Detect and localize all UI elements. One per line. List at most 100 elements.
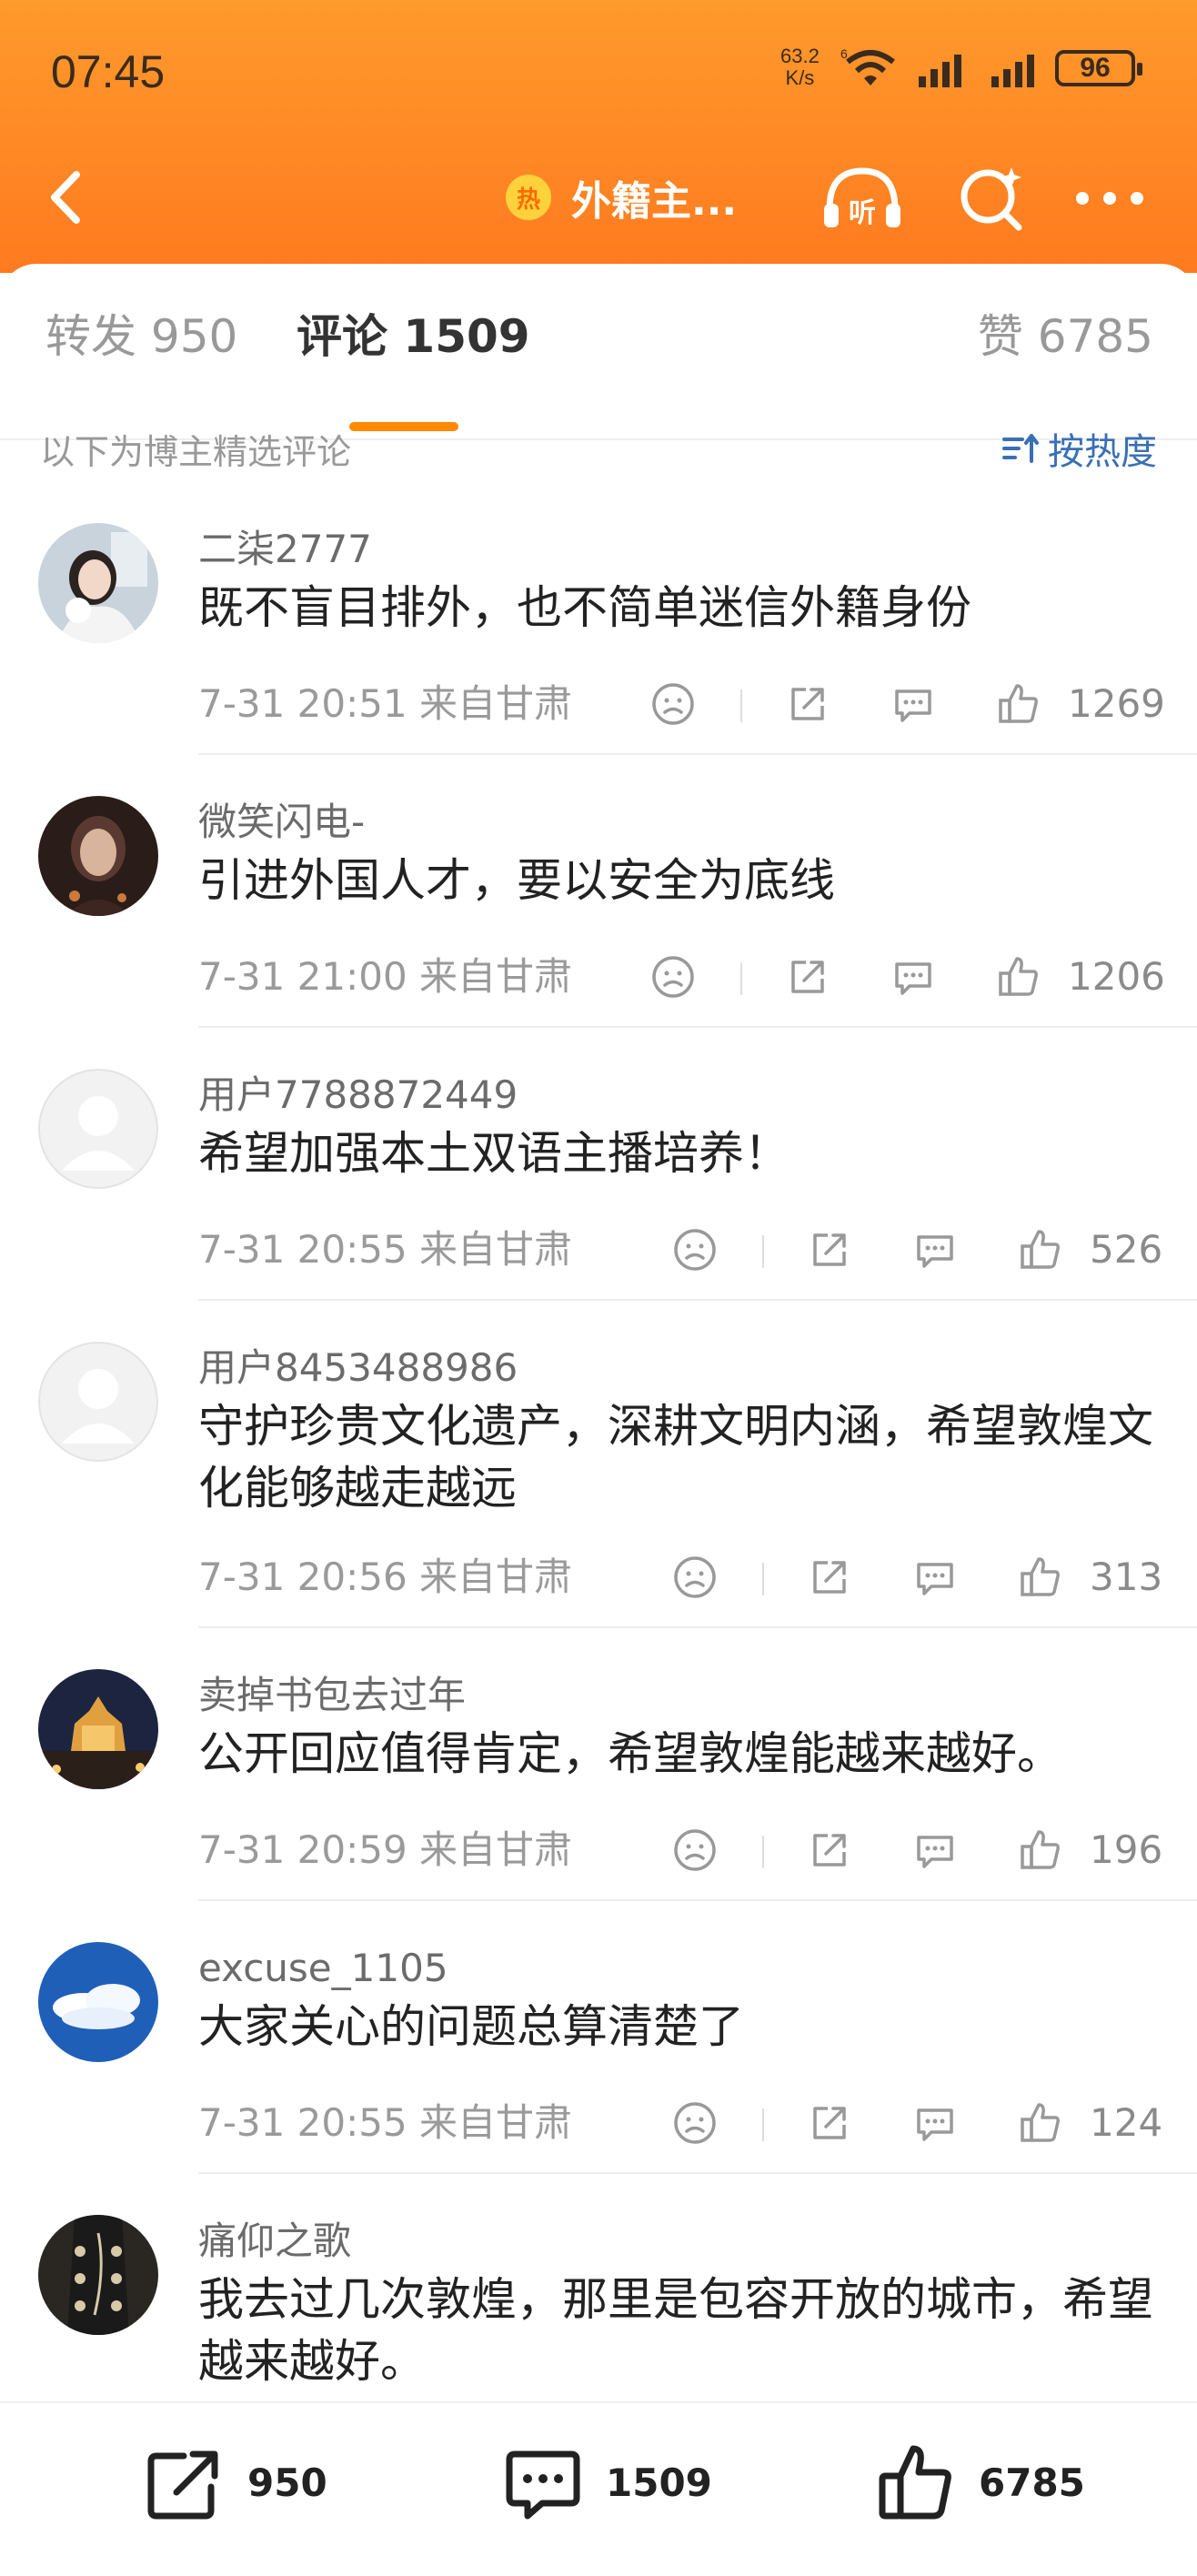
comment-text[interactable]: 守护珍贵文化遗产，深耕文明内涵，希望敦煌文化能够越走越远 <box>198 1395 1161 1519</box>
avatar[interactable] <box>38 1669 158 1789</box>
comment-text[interactable]: 我去过几次敦煌，那里是包容开放的城市，希望越来越好。 <box>198 2269 1161 2392</box>
comment-text[interactable]: 希望加强本土双语主播培养！ <box>198 1122 1161 1184</box>
comment-meta: 7-31 20:59 来自甘肃 196 <box>198 1823 1162 1877</box>
svg-text:听: 听 <box>849 197 876 229</box>
divider <box>762 2108 764 2141</box>
comment-username[interactable]: 二柒2777 <box>198 522 1161 577</box>
like-icon[interactable] <box>1017 1226 1064 1273</box>
comment-time-location: 7-31 20:51 来自甘肃 <box>198 681 573 726</box>
like-count: 313 <box>1090 1555 1163 1599</box>
comment-button[interactable]: 1509 <box>502 2441 712 2523</box>
comment-text[interactable]: 公开回应值得肯定，希望敦煌能越来越好。 <box>198 1723 1161 1785</box>
comment-time-location: 7-31 20:55 来自甘肃 <box>198 1227 573 1272</box>
topic-title[interactable]: 热 外籍主... <box>506 166 737 229</box>
dislike-face-icon[interactable] <box>649 680 697 728</box>
comment-username[interactable]: 痛仰之歌 <box>198 2214 1161 2269</box>
comment-username[interactable]: excuse_1105 <box>198 1941 1161 1996</box>
comment-text[interactable]: 引进外国人才，要以安全为底线 <box>198 850 1161 911</box>
nav-bar: 热 外籍主... 听 <box>0 155 1197 246</box>
default-avatar-icon[interactable] <box>38 1342 158 1462</box>
default-avatar-icon[interactable] <box>38 1069 158 1189</box>
reply-icon[interactable] <box>911 1554 959 1601</box>
reply-icon[interactable] <box>911 1826 959 1874</box>
tab-comment[interactable]: 评论 1509 <box>297 300 530 366</box>
share-icon[interactable] <box>806 1554 853 1601</box>
nav-title: 外籍主... <box>571 178 738 225</box>
reply-icon[interactable] <box>911 1226 959 1273</box>
comment-body: 痛仰之歌 我去过几次敦煌，那里是包容开放的城市，希望越来越好。 <box>198 2214 1161 2392</box>
comment-time-location: 7-31 20:56 来自甘肃 <box>198 1555 573 1599</box>
reply-icon[interactable] <box>890 680 937 728</box>
like-button[interactable]: 6785 <box>875 2441 1085 2523</box>
share-icon[interactable] <box>806 1826 853 1874</box>
comment-meta: 7-31 20:51 来自甘肃 1269 <box>198 677 1165 731</box>
avatar[interactable] <box>38 523 158 643</box>
share-icon[interactable] <box>784 680 831 728</box>
sort-button[interactable]: 按热度 <box>1001 422 1157 475</box>
repost-button[interactable]: 950 <box>144 2441 327 2523</box>
comment-item: 卖掉书包去过年 公开回应值得肯定，希望敦煌能越来越好。 7-31 20:59 来… <box>0 1628 1197 1901</box>
tab-bar: 转发 950 评论 1509 赞 6785 <box>0 300 1197 440</box>
header: 07:45 63.2 K/s 6 96 热 外籍主... 听 <box>0 0 1197 273</box>
share-icon[interactable] <box>806 2099 853 2147</box>
like-icon[interactable] <box>1017 2099 1064 2147</box>
comment-item: 二柒2777 既不盲目排外，也不简单迷信外籍身份 7-31 20:51 来自甘肃… <box>0 482 1197 755</box>
battery-icon: 96 <box>1055 50 1142 86</box>
divider <box>740 689 742 722</box>
comment-item: 用户8453488986 守护珍贵文化遗产，深耕文明内涵，希望敦煌文化能够越走越… <box>0 1301 1197 1628</box>
net-speed-value: 63.2 <box>780 45 820 67</box>
bottom-action-bar: 950 1509 6785 <box>0 2401 1197 2576</box>
dislike-face-icon[interactable] <box>649 953 697 1001</box>
share-icon[interactable] <box>784 953 831 1001</box>
comment-body: 二柒2777 既不盲目排外，也不简单迷信外籍身份 <box>198 522 1161 639</box>
comment-username[interactable]: 用户8453488986 <box>198 1341 1161 1395</box>
hot-badge-icon: 热 <box>506 175 551 220</box>
net-speed: 63.2 K/s <box>780 45 820 89</box>
comment-username[interactable]: 用户7788872449 <box>198 1068 1161 1122</box>
share-icon[interactable] <box>806 1226 853 1273</box>
like-icon[interactable] <box>995 680 1042 728</box>
selected-comments-note: 以下为博主精选评论 <box>40 432 352 472</box>
dislike-face-icon[interactable] <box>671 1826 719 1874</box>
tab-repost[interactable]: 转发 950 <box>45 300 237 366</box>
comment-text[interactable]: 既不盲目排外，也不简单迷信外籍身份 <box>198 577 1161 639</box>
comment-body: 微笑闪电- 引进外国人才，要以安全为底线 <box>198 795 1161 911</box>
like-icon[interactable] <box>995 953 1042 1001</box>
like-icon[interactable] <box>1017 1554 1064 1601</box>
dislike-face-icon[interactable] <box>671 1226 719 1273</box>
comment-meta: 7-31 20:55 来自甘肃 124 <box>198 2096 1163 2150</box>
avatar[interactable] <box>38 2215 158 2335</box>
comment-meta: 7-31 20:56 来自甘肃 313 <box>198 1550 1163 1605</box>
dislike-face-icon[interactable] <box>671 2099 719 2147</box>
like-icon[interactable] <box>1017 1826 1064 1874</box>
divider <box>762 1836 764 1868</box>
comment-item: 痛仰之歌 我去过几次敦煌，那里是包容开放的城市，希望越来越好。 <box>0 2174 1197 2401</box>
comment-meta: 7-31 21:00 来自甘肃 1206 <box>198 950 1165 1004</box>
reply-icon[interactable] <box>911 2099 959 2147</box>
comment-text[interactable]: 大家关心的问题总算清楚了 <box>198 1996 1161 2058</box>
comment-username[interactable]: 卖掉书包去过年 <box>198 1668 1161 1723</box>
status-time: 07:45 <box>51 46 166 97</box>
like-icon <box>879 2445 951 2520</box>
back-arrow-icon[interactable] <box>40 166 95 229</box>
listen-headphone-icon[interactable]: 听 <box>819 162 906 235</box>
signal-icon-2 <box>991 55 1034 87</box>
divider <box>762 1235 764 1268</box>
dislike-face-icon[interactable] <box>671 1554 719 1601</box>
avatar[interactable] <box>38 796 158 916</box>
more-icon[interactable] <box>1073 180 1146 216</box>
comment-item: 用户7788872449 希望加强本土双语主播培养！ 7-31 20:55 来自… <box>0 1028 1197 1301</box>
reply-icon[interactable] <box>890 953 937 1001</box>
like-count: 526 <box>1090 1227 1163 1272</box>
comment-count: 1509 <box>606 2460 712 2505</box>
avatar[interactable] <box>38 1942 158 2062</box>
like-count-total: 6785 <box>979 2460 1085 2505</box>
like-count: 124 <box>1090 2100 1163 2145</box>
comment-time-location: 7-31 20:55 来自甘肃 <box>198 2100 573 2145</box>
like-count: 1269 <box>1068 681 1165 726</box>
status-bar: 07:45 63.2 K/s 6 96 <box>0 0 1197 136</box>
comment-username[interactable]: 微笑闪电- <box>198 795 1161 850</box>
comment-item: excuse_1105 大家关心的问题总算清楚了 7-31 20:55 来自甘肃… <box>0 1901 1197 2174</box>
search-icon[interactable] <box>955 162 1028 235</box>
tab-like[interactable]: 赞 6785 <box>978 300 1153 366</box>
